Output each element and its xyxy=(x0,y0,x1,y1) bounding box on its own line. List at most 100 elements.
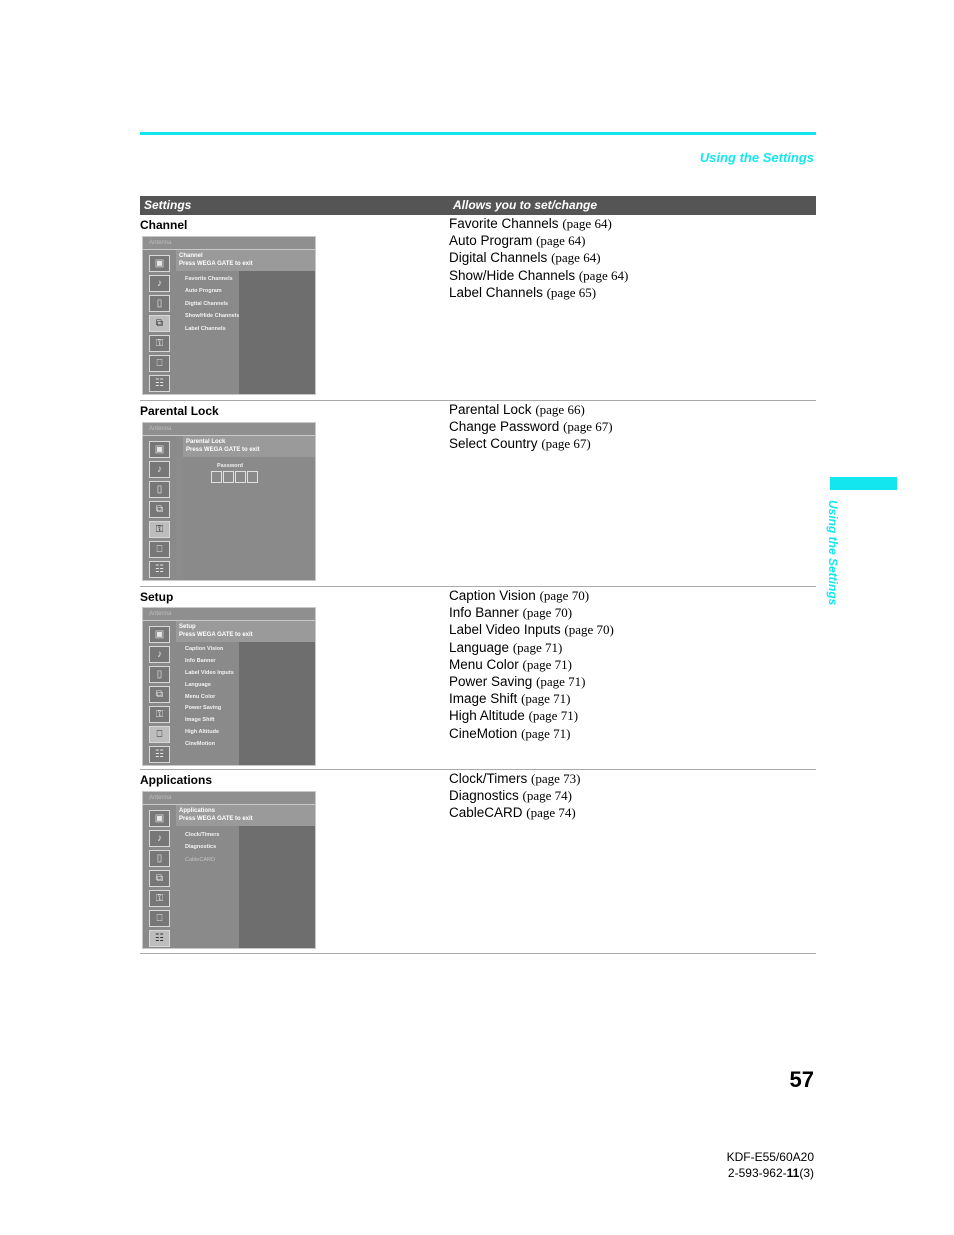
list-item: Change Password (page 67) xyxy=(449,419,613,435)
screen-hint: Press WEGA GATE to exit xyxy=(179,632,253,638)
password-digit[interactable] xyxy=(235,471,246,483)
channel-icon: ⧉ xyxy=(149,315,170,332)
password-digit[interactable] xyxy=(247,471,258,483)
screen-menu: Password xyxy=(183,457,315,580)
menu-item: Caption Vision xyxy=(185,646,224,652)
menu-item: Diagnostics xyxy=(185,844,217,850)
list-item: Parental Lock (page 66) xyxy=(449,402,585,417)
password-digit[interactable] xyxy=(211,471,222,483)
list-item: Diagnostics (page 74) xyxy=(449,788,572,804)
setup-icon: ⎕ xyxy=(149,726,170,743)
row-title: Parental Lock xyxy=(140,404,219,418)
list-item: Power Saving (page 71) xyxy=(449,674,586,690)
setup-icon: ⎕ xyxy=(149,541,170,558)
list-item: Digital Channels (page 64) xyxy=(449,250,601,266)
source-bar: Antenna xyxy=(143,237,315,250)
sound-icon: ♪ xyxy=(149,461,170,478)
screen-icon: ▯ xyxy=(149,666,170,683)
screen-title: Applications xyxy=(179,808,216,814)
menu-item: Auto Program xyxy=(185,288,222,294)
menu-item: Power Saving xyxy=(185,705,222,711)
menu-item: Info Banner xyxy=(185,658,216,664)
password-label: Password xyxy=(217,463,243,469)
row-title: Applications xyxy=(140,773,213,787)
list-item: CableCARD (page 74) xyxy=(449,805,576,821)
list-item: Select Country (page 67) xyxy=(449,436,591,452)
source-bar: Antenna xyxy=(143,423,315,436)
sound-icon: ♪ xyxy=(149,830,170,847)
row-title: Channel xyxy=(140,218,188,232)
menu-item: Label Video Inputs xyxy=(185,670,234,676)
screen-panel xyxy=(239,642,315,765)
list-item: Show/Hide Channels (page 64) xyxy=(449,267,629,283)
applications-icon: ☷ xyxy=(149,561,170,578)
applications-icon: ☷ xyxy=(149,746,170,763)
screen-head: Setup Press WEGA GATE to exit xyxy=(176,621,315,642)
screen-head: Parental Lock Press WEGA GATE to exit xyxy=(183,436,315,457)
screen-menu: Favorite Channels Auto Program Digital C… xyxy=(176,271,239,394)
item-list: Parental Lock (page 66) Change Password … xyxy=(449,401,613,453)
list-item: Info Banner (page 70) xyxy=(449,605,573,621)
menu-item: Image Shift xyxy=(185,717,215,723)
screen-menu: Clock/Timers Diagnostics CableCARD xyxy=(176,826,239,948)
screen-panel xyxy=(239,826,315,948)
icon-column: ▣ ♪ ▯ ⧉ ⚿ ⎕ ☷ xyxy=(143,436,176,580)
side-tab-label: Using the Settings xyxy=(826,500,840,606)
col-settings: Settings xyxy=(144,198,192,212)
screen-icon: ▯ xyxy=(149,295,170,312)
menu-item: Show/Hide Channels xyxy=(185,313,240,319)
sound-icon: ♪ xyxy=(149,646,170,663)
table-row: Applications Antenna ▣ ♪ ▯ ⧉ ⚿ ⎕ ☷ Application… xyxy=(140,770,816,954)
screen-icon: ▯ xyxy=(149,850,170,867)
list-item: Label Video Inputs (page 70) xyxy=(449,622,614,638)
col-allows: Allows you to set/change xyxy=(453,198,598,212)
menu-screenshot: Antenna ▣ ♪ ▯ ⧉ ⚿ ⎕ ☷ Applications Press WEGA G… xyxy=(142,791,316,949)
running-head: Using the Settings xyxy=(699,150,814,165)
page-number: 57 xyxy=(789,1067,814,1092)
item-list: Clock/Timers (page 73) Diagnostics (page… xyxy=(449,770,580,822)
row-title: Setup xyxy=(140,590,174,604)
icon-column: ▣ ♪ ▯ ⧉ ⚿ ⎕ ☷ xyxy=(143,805,176,948)
screen-head: Channel Press WEGA GATE to exit xyxy=(176,250,315,271)
menu-item: Language xyxy=(185,682,211,688)
model-number: KDF-E55/60A20 xyxy=(726,1150,814,1164)
picture-icon: ▣ xyxy=(149,255,170,272)
settings-table: Settings Allows you to set/change Channe… xyxy=(140,196,816,954)
menu-item: CineMotion xyxy=(185,741,215,747)
menu-item: Menu Color xyxy=(185,694,216,700)
side-tab xyxy=(830,477,897,490)
footer: KDF-E55/60A20 2-593-962-11(3) xyxy=(727,1149,814,1181)
table-row: Channel Antenna ▣ ♪ ▯ ⧉ ⚿ ⎕ ☷ Channel Press WEG… xyxy=(140,215,816,401)
list-item: Caption Vision (page 70) xyxy=(449,588,590,603)
picture-icon: ▣ xyxy=(149,626,170,643)
sound-icon: ♪ xyxy=(149,275,170,292)
table-row: Setup Antenna ▣ ♪ ▯ ⧉ ⚿ ⎕ ☷ Setup Press WEGA GA… xyxy=(140,587,816,770)
menu-screenshot: Antenna ▣ ♪ ▯ ⧉ ⚿ ⎕ ☷ Parental Lock Press WEGA … xyxy=(142,422,316,581)
list-item: Label Channels (page 65) xyxy=(449,284,597,300)
screen-title: Channel xyxy=(179,253,203,259)
list-item: High Altitude (page 71) xyxy=(449,708,579,724)
list-item: Auto Program (page 64) xyxy=(449,233,586,249)
password-digit[interactable] xyxy=(223,471,234,483)
screen-menu: Caption VisionOn Info BannerOn Label Vid… xyxy=(176,642,266,765)
menu-item: High Altitude xyxy=(185,729,220,735)
icon-column: ▣ ♪ ▯ ⧉ ⚿ ⎕ ☷ xyxy=(143,621,176,765)
channel-icon: ⧉ xyxy=(149,870,170,887)
item-list: Favorite Channels (page 64) Auto Program… xyxy=(449,215,628,301)
screen-panel xyxy=(239,271,315,394)
menu-item: Clock/Timers xyxy=(185,832,220,838)
menu-screenshot: Antenna ▣ ♪ ▯ ⧉ ⚿ ⎕ ☷ Setup Press WEGA GATE to … xyxy=(142,607,316,766)
list-item: Image Shift (page 71) xyxy=(449,691,571,707)
parental-lock-icon: ⚿ xyxy=(149,706,170,723)
setup-icon: ⎕ xyxy=(149,910,170,927)
icon-column: ▣ ♪ ▯ ⧉ ⚿ ⎕ ☷ xyxy=(143,250,176,394)
source-bar: Antenna xyxy=(143,608,315,621)
screen-hint: Press WEGA GATE to exit xyxy=(179,816,253,822)
screen-hint: Press WEGA GATE to exit xyxy=(186,447,260,453)
parental-lock-icon: ⚿ xyxy=(149,335,170,352)
screen-title: Parental Lock xyxy=(186,439,226,445)
menu-item: Digital Channels xyxy=(185,301,229,307)
menu-item: Favorite Channels xyxy=(185,276,233,282)
channel-icon: ⧉ xyxy=(149,686,170,703)
table-row: Parental Lock Antenna ▣ ♪ ▯ ⧉ ⚿ ⎕ ☷ Parental L… xyxy=(140,401,816,587)
